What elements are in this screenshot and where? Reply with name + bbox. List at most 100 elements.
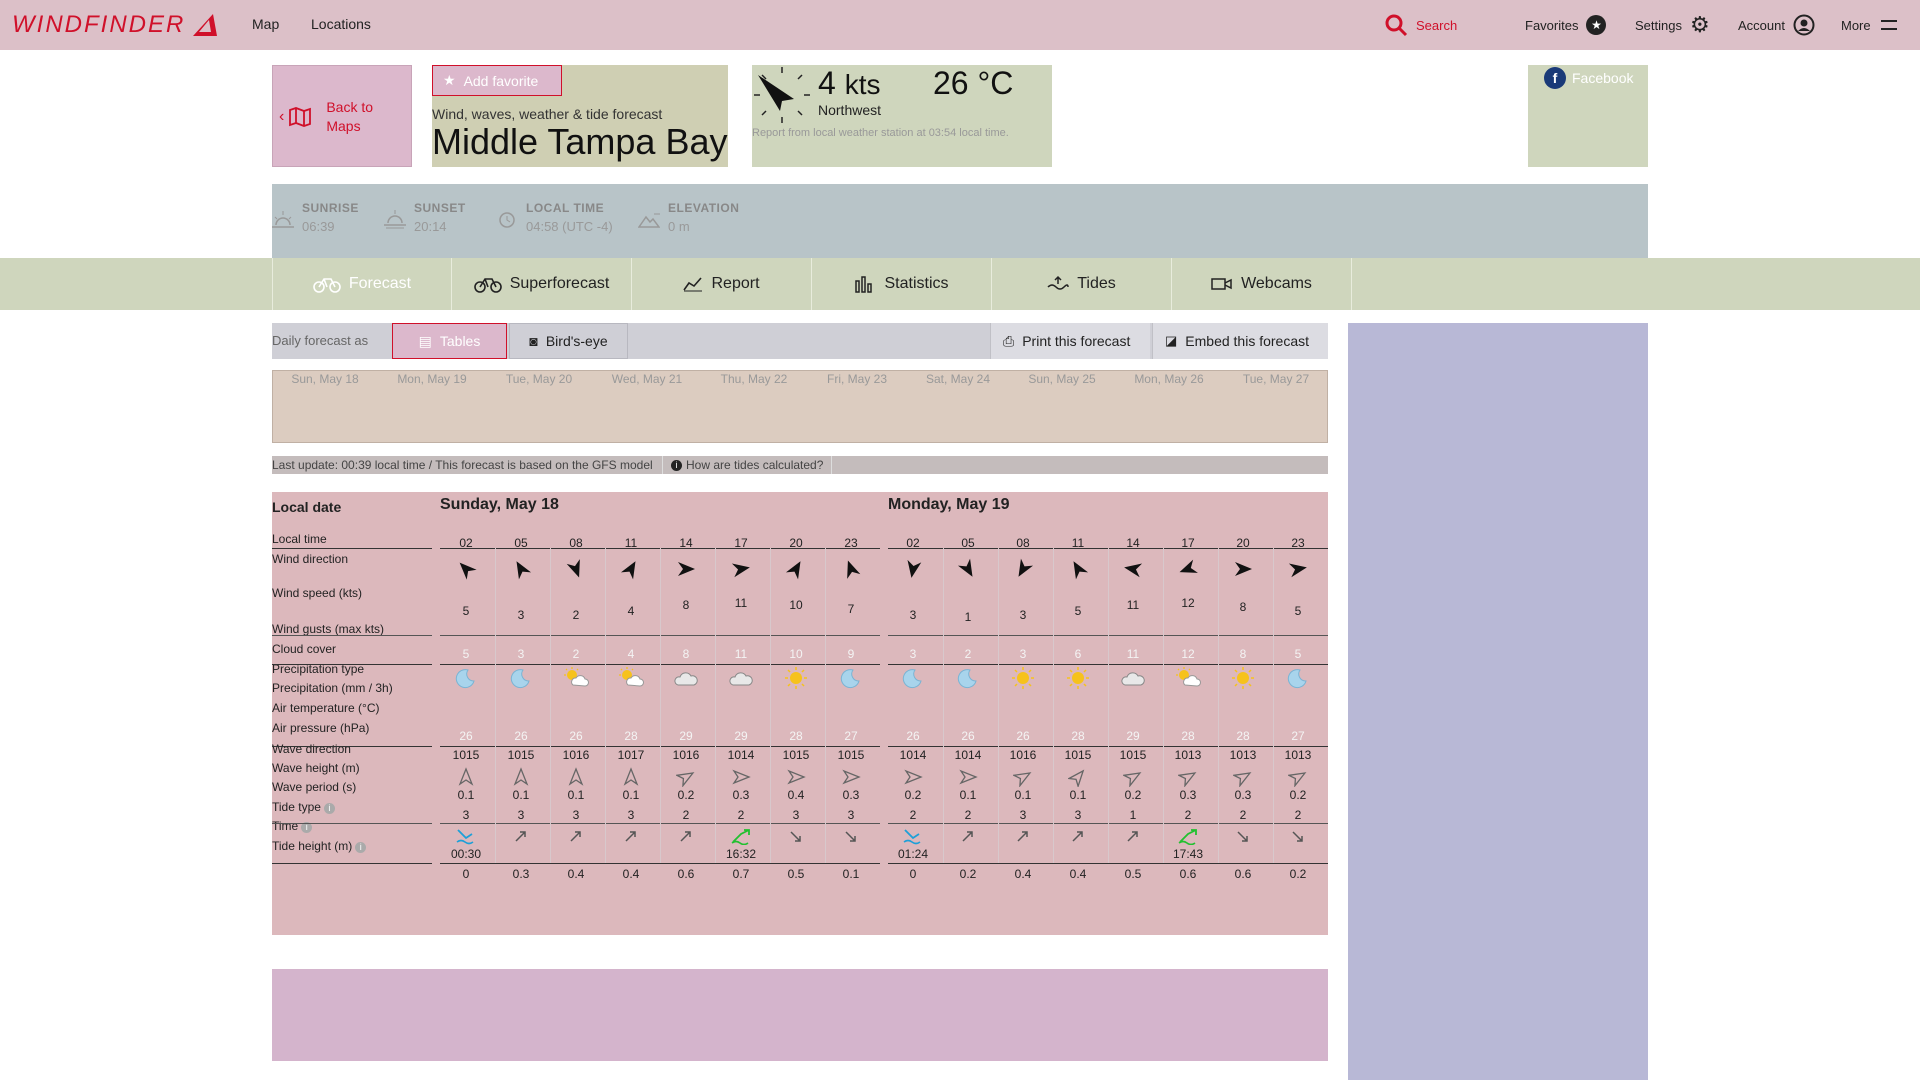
tab-statistics[interactable]: Statistics [812, 258, 992, 310]
cloud-icon [1121, 672, 1145, 686]
day-tab[interactable]: Tue, May 27 [1243, 372, 1309, 386]
windfinder-logo[interactable]: WINDFINDER [12, 10, 219, 40]
tab-tides[interactable]: Tides [992, 258, 1172, 310]
wave-direction-arrow-icon [732, 769, 751, 785]
tide-low-icon [456, 829, 474, 845]
webcam-icon [1211, 278, 1232, 290]
tab-report[interactable]: Report [632, 258, 812, 310]
air-temp-cell: 26 [459, 729, 473, 743]
day-tab[interactable]: Fri, May 23 [827, 372, 887, 386]
local-time-value: 04:58 (UTC -4) [526, 219, 613, 234]
hamburger-icon [1880, 20, 1897, 30]
wave-period-cell: 2 [737, 808, 745, 822]
column-divider [1053, 548, 1054, 863]
row-label-cloud-cover: Cloud cover [272, 642, 337, 656]
wind-direction-arrow-icon [620, 561, 636, 580]
wind-direction-arrow-icon [566, 559, 580, 578]
nav-locations-link[interactable]: Locations [311, 16, 371, 32]
column-divider [998, 548, 999, 863]
hour-cell: 02 [459, 536, 473, 550]
tide-height-cell: 0.2 [959, 867, 977, 881]
tide-height-cell: 0.4 [1069, 867, 1087, 881]
chevron-left-icon: ‹ [279, 108, 285, 125]
moon-icon [455, 669, 475, 689]
air-pressure-cell: 1015 [452, 748, 480, 762]
birds-eye-label: Bird's-eye [545, 333, 608, 349]
birds-eye-view-button[interactable]: ◙ Bird's-eye [509, 323, 628, 359]
row-label-wave-height: Wave height (m) [272, 761, 360, 775]
more-label: More [1841, 17, 1871, 33]
table-icon: ▤ [418, 332, 432, 349]
row-label-wind-gusts: Wind gusts (max kts) [272, 622, 385, 636]
hour-cell: 08 [1016, 536, 1030, 550]
air-pressure-cell: 1014 [954, 748, 982, 762]
air-temp-cell: 29 [679, 729, 693, 743]
wave-period-cell: 3 [517, 808, 525, 822]
tab-webcams[interactable]: Webcams [1172, 258, 1352, 310]
sun-icon [1067, 667, 1089, 689]
day-tab[interactable]: Sun, May 18 [291, 372, 358, 386]
tide-time-cell: 00:30 [450, 847, 482, 861]
wind-speed-cell: 7 [847, 602, 855, 616]
day-tab[interactable]: Mon, May 26 [1134, 372, 1203, 386]
row-label-precip: Precipitation (mm / 3h) [272, 681, 393, 695]
tables-view-button[interactable]: ▤ Tables [392, 323, 507, 359]
print-forecast-button[interactable]: ⎙ Print this forecast [990, 323, 1150, 359]
row-divider [440, 863, 880, 864]
add-favorite-button[interactable]: ★ Add favorite [432, 65, 562, 96]
air-pressure-cell: 1013 [1284, 748, 1312, 762]
search-label: Search [1416, 17, 1458, 33]
tab-superforecast[interactable]: Superforecast [452, 258, 632, 310]
day-tab[interactable]: Sat, May 24 [926, 372, 990, 386]
column-divider [550, 548, 551, 863]
wind-speed-cell: 5 [462, 604, 470, 618]
nav-map-link[interactable]: Map [252, 16, 279, 32]
wind-direction-arrow-icon [1124, 563, 1143, 578]
tide-time-cell: 17:43 [1172, 847, 1204, 861]
wave-height-cell: 0.1 [1069, 788, 1087, 802]
air-temp-cell: 26 [569, 729, 583, 743]
tide-help-button[interactable]: i How are tides calculated? [662, 456, 833, 474]
day-selector-strip: Sun, May 18 Mon, May 19 Tue, May 20 Wed, Ma… [272, 370, 1328, 443]
day-tab[interactable]: Wed, May 21 [612, 372, 682, 386]
wave-height-cell: 0.3 [1179, 788, 1197, 802]
hour-cell: 08 [569, 536, 583, 550]
air-pressure-cell: 1016 [562, 748, 590, 762]
account-button[interactable]: Account [1738, 0, 1815, 50]
tide-time-cell: 16:32 [725, 847, 757, 861]
search-button[interactable]: Search [1384, 0, 1457, 50]
tide-high-icon [1178, 829, 1197, 845]
bike-icon [473, 278, 502, 293]
day-tab[interactable]: Mon, May 19 [397, 372, 466, 386]
wave-period-cell: 2 [1184, 808, 1192, 822]
favorites-button[interactable]: Favorites ★ [1525, 0, 1607, 50]
air-pressure-cell: 1015 [782, 748, 810, 762]
tab-tides-label: Tides [1077, 275, 1116, 292]
row-divider [272, 664, 432, 665]
column-divider [1218, 548, 1219, 863]
elevation-item: ELEVATION 0 m [638, 201, 739, 234]
day-tab[interactable]: Tue, May 20 [506, 372, 572, 386]
more-menu-button[interactable]: More [1841, 0, 1899, 50]
tables-label: Tables [439, 333, 481, 349]
tide-height-cell: 0.2 [1289, 867, 1307, 881]
wave-period-cell: 1 [1129, 808, 1137, 822]
row-divider [272, 823, 432, 824]
air-temp-cell: 26 [514, 729, 528, 743]
birds-eye-icon: ◙ [529, 333, 538, 349]
info-icon[interactable]: i [323, 802, 335, 814]
wave-direction-arrow-icon [1233, 772, 1252, 787]
info-icon[interactable]: i [355, 841, 367, 853]
day-tab[interactable]: Thu, May 22 [721, 372, 788, 386]
settings-button[interactable]: Settings ⚙ [1635, 0, 1710, 50]
wind-direction-arrow-icon [1018, 558, 1034, 577]
back-to-maps-button[interactable]: ‹ Back to Maps [272, 65, 412, 167]
day-tab[interactable]: Sun, May 25 [1028, 372, 1095, 386]
wind-speed-cell: 2 [572, 608, 580, 622]
facebook-button[interactable]: f Facebook [1544, 67, 1633, 89]
air-temp-cell: 27 [844, 729, 858, 743]
tab-forecast[interactable]: Forecast [272, 258, 452, 310]
sunset-label: SUNSET [414, 201, 466, 215]
embed-forecast-button[interactable]: ◪ Embed this forecast [1152, 323, 1328, 359]
wind-speed-cell: 11 [1126, 598, 1140, 612]
